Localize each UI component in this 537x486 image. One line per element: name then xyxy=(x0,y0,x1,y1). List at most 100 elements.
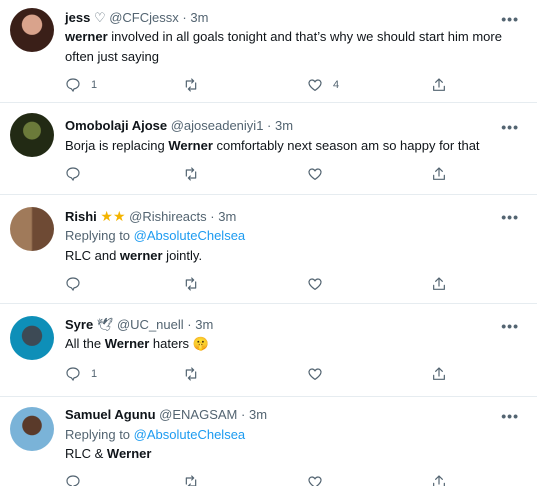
reply-count: 1 xyxy=(91,368,98,380)
user-name[interactable]: Rishi xyxy=(65,209,97,224)
like-button[interactable] xyxy=(307,165,333,183)
share-icon xyxy=(433,277,445,290)
more-icon[interactable]: ••• xyxy=(501,319,519,333)
like-button[interactable]: 4 xyxy=(307,76,339,94)
avatar[interactable] xyxy=(10,113,54,157)
share-icon xyxy=(433,78,445,91)
heart-icon xyxy=(308,368,322,381)
user-handle[interactable]: @Rishireacts xyxy=(129,209,207,224)
share-button[interactable] xyxy=(431,275,447,293)
user-name[interactable]: Omobolaji Ajose xyxy=(65,118,167,133)
reply-button[interactable] xyxy=(65,165,91,183)
tweet-actions: 1 4 xyxy=(65,76,455,94)
reply-button[interactable] xyxy=(65,275,91,293)
user-name[interactable]: jess xyxy=(65,10,90,25)
like-button[interactable] xyxy=(307,275,333,293)
retweet-button[interactable] xyxy=(183,275,209,293)
share-button[interactable] xyxy=(431,76,447,94)
retweet-button[interactable] xyxy=(183,76,209,94)
tweet-text: Borja is replacing Werner comfortably ne… xyxy=(65,138,480,153)
reply-icon xyxy=(66,367,80,382)
avatar[interactable] xyxy=(10,407,54,451)
separator-dot: · xyxy=(267,118,272,133)
tweet-header: jess ♡ @CFCjessx · 3m xyxy=(65,10,208,26)
share-icon xyxy=(433,167,445,180)
user-handle[interactable]: @CFCjessx xyxy=(109,10,179,25)
reply-button[interactable] xyxy=(65,473,91,486)
retweet-icon xyxy=(185,367,197,381)
user-handle[interactable]: @ENAGSAM xyxy=(159,407,237,422)
share-button[interactable] xyxy=(431,473,447,486)
avatar[interactable] xyxy=(10,316,54,360)
retweet-button[interactable] xyxy=(183,165,209,183)
separator-dot: · xyxy=(210,209,215,224)
tweet[interactable]: jess ♡ @CFCjessx · 3m ••• werner involve… xyxy=(0,0,537,103)
timestamp[interactable]: 3m xyxy=(218,209,236,224)
tweet[interactable]: Rishi ★★ @Rishireacts · 3m ••• Replying … xyxy=(0,195,537,304)
timestamp[interactable]: 3m xyxy=(249,407,267,422)
retweet-button[interactable] xyxy=(183,473,209,486)
reply-icon xyxy=(66,78,80,93)
share-button[interactable] xyxy=(431,365,447,383)
separator-dot: · xyxy=(182,10,187,25)
tweet-text: RLC and werner jointly. xyxy=(65,248,203,263)
replying-to: Replying to @AbsoluteChelsea xyxy=(65,228,246,243)
reply-icon xyxy=(66,475,80,486)
star-emoji: ★★ xyxy=(100,208,126,224)
reply-button[interactable]: 1 xyxy=(65,365,97,383)
more-icon[interactable]: ••• xyxy=(501,120,519,134)
tweet-header: Omobolaji Ajose @ajoseadeniyi1 · 3m xyxy=(65,118,293,134)
tweet-header: Rishi ★★ @Rishireacts · 3m xyxy=(65,208,236,225)
replying-to-handle[interactable]: @AbsoluteChelsea xyxy=(134,228,245,243)
retweet-button[interactable] xyxy=(183,365,209,383)
heart-icon xyxy=(308,79,322,92)
tweet-actions: 1 xyxy=(65,365,455,383)
user-handle[interactable]: @UC_nuell xyxy=(117,317,184,332)
user-name[interactable]: Samuel Agunu xyxy=(65,407,156,422)
share-icon xyxy=(433,475,445,486)
separator-dot: · xyxy=(187,317,192,332)
more-icon[interactable]: ••• xyxy=(501,12,519,26)
reply-icon xyxy=(66,277,80,292)
reply-icon xyxy=(66,167,80,182)
retweet-icon xyxy=(185,78,197,92)
user-name[interactable]: Syre xyxy=(65,317,93,332)
tweet-text: RLC & Werner xyxy=(65,446,152,461)
tweet[interactable]: Syre 🕊 @UC_nuell · 3m ••• All the Werner… xyxy=(0,304,537,397)
like-button[interactable] xyxy=(307,365,333,383)
retweet-icon xyxy=(185,277,197,291)
more-icon[interactable]: ••• xyxy=(501,210,519,224)
tweet[interactable]: Samuel Agunu @ENAGSAM · 3m ••• Replying … xyxy=(0,397,537,486)
tweet-actions xyxy=(65,473,455,486)
tweet-feed: jess ♡ @CFCjessx · 3m ••• werner involve… xyxy=(0,0,537,486)
like-count: 4 xyxy=(333,79,340,91)
share-icon xyxy=(433,367,445,380)
tweet-actions xyxy=(65,165,455,183)
share-button[interactable] xyxy=(431,165,447,183)
retweet-icon xyxy=(185,167,197,181)
tweet-actions xyxy=(65,275,455,293)
tweet-header: Samuel Agunu @ENAGSAM · 3m xyxy=(65,407,267,423)
name-emoji: ♡ xyxy=(93,10,106,25)
timestamp[interactable]: 3m xyxy=(195,317,213,332)
retweet-icon xyxy=(185,475,197,486)
separator-dot: · xyxy=(241,407,246,422)
tweet[interactable]: Omobolaji Ajose @ajoseadeniyi1 · 3m ••• … xyxy=(0,103,537,195)
like-button[interactable] xyxy=(307,473,333,486)
tweet-header: Syre 🕊 @UC_nuell · 3m xyxy=(65,317,213,333)
reply-count: 1 xyxy=(91,79,98,91)
timestamp[interactable]: 3m xyxy=(275,118,293,133)
avatar[interactable] xyxy=(10,207,54,251)
replying-to: Replying to @AbsoluteChelsea xyxy=(65,427,246,442)
replying-to-handle[interactable]: @AbsoluteChelsea xyxy=(134,427,245,442)
heart-icon xyxy=(308,476,322,486)
user-handle[interactable]: @ajoseadeniyi1 xyxy=(171,118,264,133)
tweet-text: werner involved in all goals tonight and… xyxy=(65,29,502,64)
heart-icon xyxy=(308,278,322,291)
timestamp[interactable]: 3m xyxy=(190,10,208,25)
reply-button[interactable]: 1 xyxy=(65,76,97,94)
avatar[interactable] xyxy=(10,8,54,52)
more-icon[interactable]: ••• xyxy=(501,409,519,423)
heart-icon xyxy=(308,168,322,181)
name-emoji: 🕊 xyxy=(96,317,114,332)
